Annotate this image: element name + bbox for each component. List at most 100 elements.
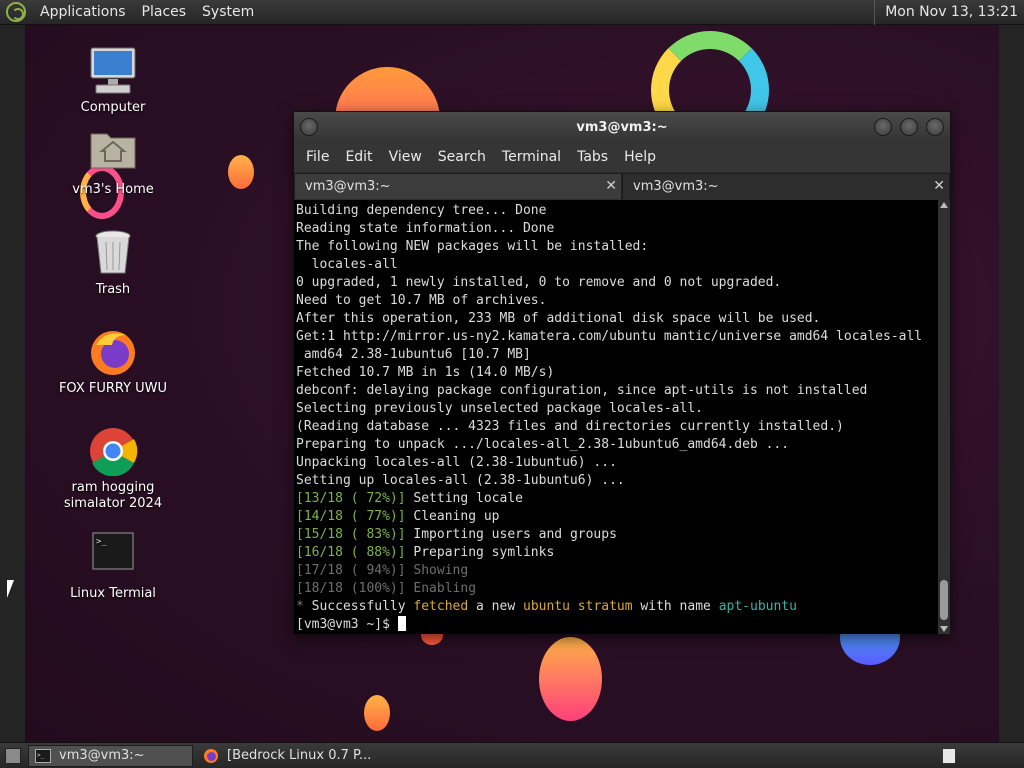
menu-file[interactable]: File <box>298 149 337 165</box>
menu-edit[interactable]: Edit <box>337 149 380 165</box>
terminal-text: [14/18 ( 77%)] <box>296 509 406 524</box>
terminal-text: * <box>296 599 312 614</box>
menu-system[interactable]: System <box>194 4 262 20</box>
terminal-text: Fetched 10.7 MB in 1s (14.0 MB/s) <box>296 365 555 380</box>
terminal-line: Reading state information... Done <box>296 220 937 238</box>
menu-help[interactable]: Help <box>616 149 664 165</box>
desktop-icon-computer[interactable]: Computer <box>53 46 173 116</box>
wallpaper-blob <box>364 695 390 731</box>
desktop-icon-label: vm3's Home <box>72 182 154 197</box>
terminal-text: Preparing symlinks <box>405 545 555 560</box>
desktop-icon-label: FOX FURRY UWU <box>58 381 168 396</box>
tab-close-icon[interactable]: ✕ <box>933 178 945 194</box>
taskbar-item-firefox[interactable]: [Bedrock Linux 0.7 P... <box>197 745 377 767</box>
terminal-text: with name <box>632 599 719 614</box>
terminal-line: (Reading database ... 4323 files and dir… <box>296 418 937 436</box>
menu-terminal[interactable]: Terminal <box>494 149 569 165</box>
right-desktop-edge <box>999 25 1024 742</box>
terminal-text: After this operation, 233 MB of addition… <box>296 311 821 326</box>
terminal-text: Need to get 10.7 MB of archives. <box>296 293 547 308</box>
terminal-icon: >_ <box>88 532 138 582</box>
desktop-icon-terminal[interactable]: >_ Linux Termial <box>53 532 173 602</box>
distro-logo-icon[interactable] <box>6 2 26 22</box>
scroll-up-icon[interactable] <box>940 202 948 208</box>
wallpaper-blob <box>539 637 602 721</box>
maximize-icon[interactable] <box>900 118 918 136</box>
tab-label: vm3@vm3:~ <box>633 179 719 194</box>
terminal-text: apt-ubuntu <box>718 599 797 614</box>
terminal-text: [18/18 (100%)] <box>296 581 406 596</box>
terminal-text: [17/18 ( 94%)] <box>296 563 406 578</box>
menu-places[interactable]: Places <box>134 4 195 20</box>
terminal-line: Selecting previously unselected package … <box>296 400 937 418</box>
terminal-window[interactable]: vm3@vm3:~ File Edit View Search Terminal… <box>293 111 951 634</box>
wallpaper-blob <box>228 155 254 189</box>
taskbar-item-label: vm3@vm3:~ <box>59 748 145 763</box>
workspace-switcher[interactable] <box>942 747 956 764</box>
terminal-line: Get:1 http://mirror.us-ny2.kamatera.com/… <box>296 328 937 346</box>
scroll-down-icon[interactable] <box>940 626 948 632</box>
desktop-icon-label: Trash <box>95 282 131 297</box>
desktop-icon-home[interactable]: vm3's Home <box>53 128 173 198</box>
computer-icon <box>88 46 138 96</box>
svg-text:>_: >_ <box>96 537 107 547</box>
menu-search[interactable]: Search <box>430 149 494 165</box>
minimize-icon[interactable] <box>874 118 892 136</box>
terminal-icon: >_ <box>35 748 51 763</box>
terminal-text: Unpacking locales-all (2.38-1ubuntu6) ..… <box>296 455 617 470</box>
terminal-text: Selecting previously unselected package … <box>296 401 703 416</box>
desktop-icon-label: Computer <box>80 100 146 115</box>
clock[interactable]: Mon Nov 13, 13:21 <box>874 0 1024 25</box>
terminal-tab-1[interactable]: vm3@vm3:~ ✕ <box>294 173 622 199</box>
desktop-icon-label: ram hogging simalator 2024 <box>63 480 163 511</box>
terminal-line: After this operation, 233 MB of addition… <box>296 310 937 328</box>
terminal-line: Building dependency tree... Done <box>296 202 937 220</box>
terminal-line: Unpacking locales-all (2.38-1ubuntu6) ..… <box>296 454 937 472</box>
desktop-icon-firefox[interactable]: FOX FURRY UWU <box>53 327 173 397</box>
terminal-text: [13/18 ( 72%)] <box>296 491 406 506</box>
desktop-icon-trash[interactable]: Trash <box>53 228 173 298</box>
taskbar-item-terminal[interactable]: >_ vm3@vm3:~ <box>28 744 193 767</box>
close-icon[interactable] <box>926 118 944 136</box>
terminal-text: fetched <box>413 599 469 614</box>
scrollbar-thumb[interactable] <box>940 580 948 620</box>
terminal-text: Building dependency tree... Done <box>296 203 547 218</box>
menu-tabs[interactable]: Tabs <box>569 149 616 165</box>
terminal-text: Get:1 http://mirror.us-ny2.kamatera.com/… <box>296 329 923 344</box>
terminal-text: Reading state information... Done <box>296 221 555 236</box>
terminal-line: debconf: delaying package configuration,… <box>296 382 937 400</box>
mouse-pointer-icon <box>7 580 14 598</box>
terminal-text: Successfully <box>311 599 414 614</box>
left-desktop-edge <box>0 25 25 742</box>
terminal-menubar: File Edit View Search Terminal Tabs Help <box>294 142 950 172</box>
shell-prompt: [vm3@vm3 ~]$ <box>296 617 398 632</box>
terminal-text: debconf: delaying package configuration,… <box>296 383 868 398</box>
terminal-tab-2[interactable]: vm3@vm3:~ ✕ <box>622 173 950 199</box>
terminal-scrollbar[interactable] <box>938 200 950 634</box>
menu-view[interactable]: View <box>381 149 430 165</box>
terminal-line: Setting up locales-all (2.38-1ubuntu6) .… <box>296 472 937 490</box>
terminal-text: locales-all <box>296 257 398 272</box>
top-panel: Applications Places System Mon Nov 13, 1… <box>0 0 1024 25</box>
window-titlebar[interactable]: vm3@vm3:~ <box>294 112 950 142</box>
terminal-output[interactable]: Building dependency tree... Done Reading … <box>294 200 939 634</box>
window-menu-icon[interactable] <box>300 118 318 136</box>
terminal-text: (Reading database ... 4323 files and dir… <box>296 419 844 434</box>
terminal-text: ubuntu <box>523 599 570 614</box>
desktop-icon-chrome[interactable]: ram hogging simalator 2024 <box>53 426 173 512</box>
tab-close-icon[interactable]: ✕ <box>605 178 617 194</box>
tab-label: vm3@vm3:~ <box>305 179 391 194</box>
bottom-panel: >_ vm3@vm3:~ [Bedrock Linux 0.7 P... <box>0 742 1024 768</box>
terminal-prompt-line[interactable]: [vm3@vm3 ~]$ <box>296 616 937 634</box>
firefox-icon <box>88 327 138 377</box>
show-desktop-icon[interactable] <box>5 747 21 764</box>
terminal-line: Need to get 10.7 MB of archives. <box>296 292 937 310</box>
terminal-text: Enabling <box>405 581 477 596</box>
desktop-icon-label: Linux Termial <box>70 586 156 601</box>
menu-applications[interactable]: Applications <box>32 4 134 20</box>
terminal-text: Setting locale <box>405 491 523 506</box>
terminal-tabbar: vm3@vm3:~ ✕ vm3@vm3:~ ✕ <box>294 172 950 199</box>
window-title: vm3@vm3:~ <box>576 119 668 135</box>
terminal-line: [18/18 (100%)] Enabling <box>296 580 937 598</box>
